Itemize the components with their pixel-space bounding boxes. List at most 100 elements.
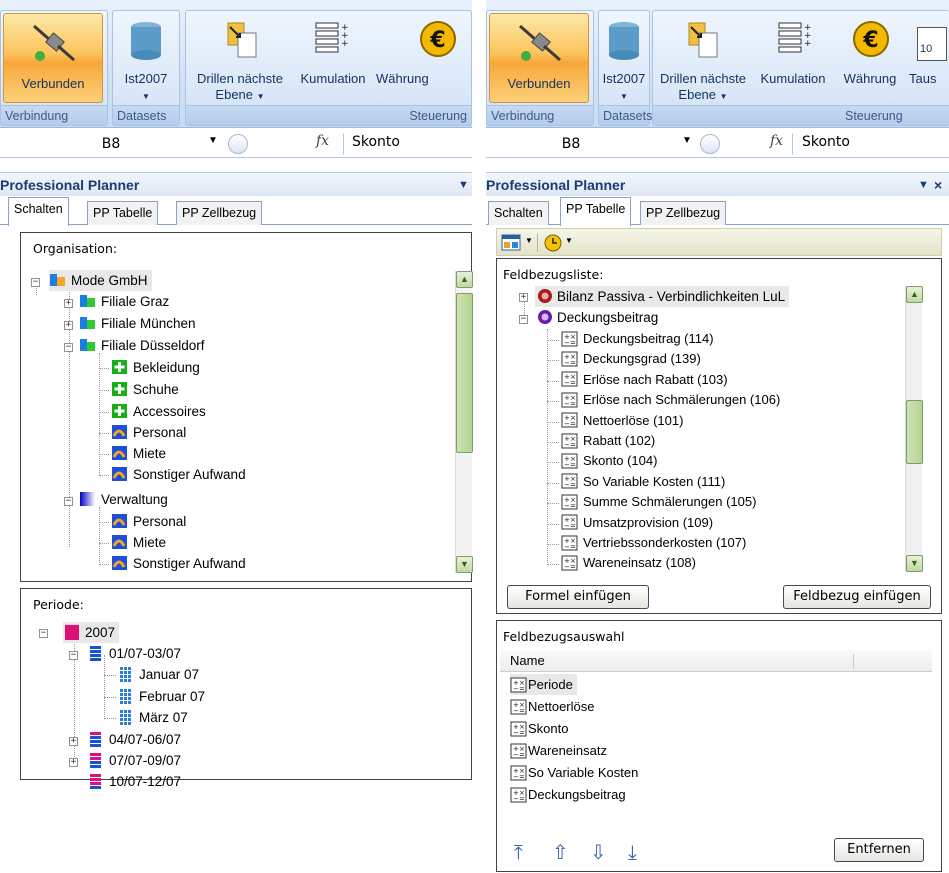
tree-node-filiale-graz[interactable]: Filiale Graz (79, 291, 169, 312)
tree-node-quarter-4[interactable]: 10/07-12/07 (87, 771, 181, 790)
field-list-item[interactable]: + × − = Deckungsbeitrag (114) (561, 329, 714, 349)
tree-expand-toggle[interactable]: + (69, 737, 78, 746)
scroll-down-icon[interactable]: ▼ (906, 555, 923, 572)
tree-node-schuhe[interactable]: Schuhe (111, 379, 179, 400)
tausch-button[interactable]: 10 Taus (909, 13, 949, 103)
field-list-item[interactable]: + × − = Rabatt (102) (561, 431, 655, 451)
field-list-item[interactable]: + × − = Deckungsgrad (139) (561, 349, 701, 369)
tree-node-bekleidung[interactable]: Bekleidung (111, 357, 200, 378)
tab-pp-zellbezug[interactable]: PP Zellbezug (176, 201, 263, 225)
tree-node-quarter-1[interactable]: 01/07-03/07 (87, 643, 181, 664)
tree-node-sonstiger-aufwand[interactable]: Sonstiger Aufwand (111, 553, 246, 574)
selection-list-item[interactable]: + × − = Deckungsbeitrag (510, 784, 626, 805)
tree-node-personal[interactable]: Personal (111, 511, 186, 532)
feldbezugsliste-scrollbar[interactable]: ▲ ▼ (905, 286, 923, 572)
pane-menu-icon[interactable]: ▼ (458, 173, 469, 197)
name-box[interactable]: B8 (486, 133, 656, 155)
scroll-thumb[interactable] (456, 293, 473, 453)
tree-node-maerz[interactable]: März 07 (117, 707, 188, 728)
formula-cancel-button[interactable] (700, 134, 720, 154)
formula-cancel-button[interactable] (228, 134, 248, 154)
selection-list-item[interactable]: + × − = Nettoerlöse (510, 696, 594, 717)
pane-menu-icon[interactable]: ▼ (918, 173, 929, 197)
move-down-icon[interactable]: ⇩ (590, 840, 607, 864)
period-dropdown[interactable]: ▼ (543, 233, 577, 253)
formula-input[interactable]: Skonto (352, 134, 400, 150)
tab-pp-zellbezug[interactable]: PP Zellbezug (640, 201, 727, 225)
kumulation-button[interactable]: + + + Kumulation (753, 13, 833, 103)
kumulation-button[interactable]: + + + Kumulation (292, 13, 374, 103)
move-top-icon[interactable]: ⤒ (514, 840, 523, 864)
tree-expand-toggle[interactable]: + (519, 293, 528, 302)
waehrung-button[interactable]: € Währung (833, 13, 907, 103)
move-up-icon[interactable]: ⇧ (552, 840, 569, 864)
tree-node-year-2007[interactable]: 2007 (63, 622, 120, 643)
chevron-down-icon[interactable]: ▼ (208, 135, 218, 146)
tree-node-sonstiger-aufwand[interactable]: Sonstiger Aufwand (111, 464, 246, 485)
tree-collapse-toggle[interactable]: − (64, 343, 73, 352)
scroll-up-icon[interactable]: ▲ (456, 271, 473, 288)
tab-schalten[interactable]: Schalten (8, 197, 69, 226)
table-layout-dropdown[interactable]: ▼ (501, 233, 535, 253)
tree-node-verwaltung[interactable]: Verwaltung (79, 489, 168, 510)
field-list-item[interactable]: + × − = Nettoerlöse (101) (561, 411, 683, 431)
field-list-item[interactable]: + × − = Erlöse nach Schmälerungen (106) (561, 390, 780, 410)
scroll-up-icon[interactable]: ▲ (906, 286, 923, 303)
tree-node-bilanz-passiva[interactable]: Bilanz Passiva - Verbindlichkeiten LuL (535, 286, 790, 307)
drillen-button[interactable]: Drillen nächste Ebene ▼ (190, 13, 290, 103)
field-list-item[interactable]: + × − = Erlöse nach Rabatt (103) (561, 370, 728, 390)
function-icon[interactable]: fx (316, 133, 329, 149)
entfernen-button[interactable]: Entfernen (834, 838, 924, 862)
function-icon[interactable]: fx (770, 133, 783, 149)
tree-collapse-toggle[interactable]: − (69, 651, 78, 660)
tab-schalten[interactable]: Schalten (488, 201, 549, 225)
scroll-thumb[interactable] (906, 400, 923, 464)
field-list-item[interactable]: + × − = Vertriebssonderkosten (107) (561, 533, 746, 553)
field-list-item[interactable]: + × − = Umsatzprovision (109) (561, 513, 713, 533)
field-list-item[interactable]: + × − = Summe Schmälerungen (105) (561, 492, 756, 512)
tree-node-quarter-2[interactable]: 04/07-06/07 (87, 729, 181, 750)
selection-list-item[interactable]: + × − = Wareneinsatz (510, 740, 607, 761)
waehrung-button[interactable]: € Währung (376, 13, 466, 103)
formel-einfuegen-button[interactable]: Formel einfügen (507, 585, 649, 609)
scroll-down-icon[interactable]: ▼ (456, 556, 473, 573)
tree-expand-toggle[interactable]: + (64, 321, 73, 330)
formula-input[interactable]: Skonto (802, 134, 850, 150)
column-header-name[interactable]: Name (510, 653, 545, 668)
selection-list-item[interactable]: + × − = Skonto (510, 718, 568, 739)
tree-collapse-toggle[interactable]: − (39, 629, 48, 638)
tree-collapse-toggle[interactable]: − (519, 315, 528, 324)
chevron-down-icon[interactable]: ▼ (682, 135, 692, 146)
tree-node-filiale-duesseldorf[interactable]: Filiale Düsseldorf (79, 335, 205, 356)
move-bottom-icon[interactable]: ⤓ (628, 840, 637, 864)
name-box[interactable]: B8 (0, 133, 222, 155)
tree-collapse-toggle[interactable]: − (31, 278, 40, 287)
drillen-button[interactable]: Drillen nächste Ebene ▼ (653, 13, 753, 103)
tab-pp-tabelle[interactable]: PP Tabelle (560, 197, 632, 226)
ist2007-button[interactable]: Ist2007 ▼ (115, 13, 177, 103)
tree-node-februar[interactable]: Februar 07 (117, 686, 205, 707)
tree-node-miete[interactable]: Miete (111, 532, 166, 553)
field-list-item[interactable]: + × − = So Variable Kosten (111) (561, 472, 725, 492)
tree-expand-toggle[interactable]: + (69, 758, 78, 767)
tab-pp-tabelle[interactable]: PP Tabelle (87, 201, 159, 225)
verbunden-button[interactable]: Verbunden (489, 13, 589, 103)
tree-expand-toggle[interactable]: + (64, 299, 73, 308)
tree-node-personal[interactable]: Personal (111, 422, 186, 443)
tree-node-januar[interactable]: Januar 07 (117, 664, 199, 685)
field-list-item[interactable]: + × − = Wareneinsatz (108) (561, 553, 696, 573)
selection-list-item[interactable]: + × − = Periode (510, 674, 577, 695)
tree-collapse-toggle[interactable]: − (64, 497, 73, 506)
feldbezug-einfuegen-button[interactable]: Feldbezug einfügen (783, 585, 931, 609)
tree-node-quarter-3[interactable]: 07/07-09/07 (87, 750, 181, 771)
tree-node-filiale-muenchen[interactable]: Filiale München (79, 313, 196, 334)
ist2007-button[interactable]: Ist2007 ▼ (599, 13, 649, 103)
tree-node-mode-gmbh[interactable]: Mode GmbH (49, 270, 152, 291)
close-icon[interactable]: × (934, 173, 942, 197)
field-list-item[interactable]: + × − = Skonto (104) (561, 451, 657, 471)
tree-node-miete[interactable]: Miete (111, 443, 166, 464)
tree-node-deckungsbeitrag-group[interactable]: Deckungsbeitrag (535, 307, 658, 328)
selection-list-item[interactable]: + × − = So Variable Kosten (510, 762, 638, 783)
tree-node-accessoires[interactable]: Accessoires (111, 401, 206, 422)
verbunden-button[interactable]: Verbunden (3, 13, 103, 103)
